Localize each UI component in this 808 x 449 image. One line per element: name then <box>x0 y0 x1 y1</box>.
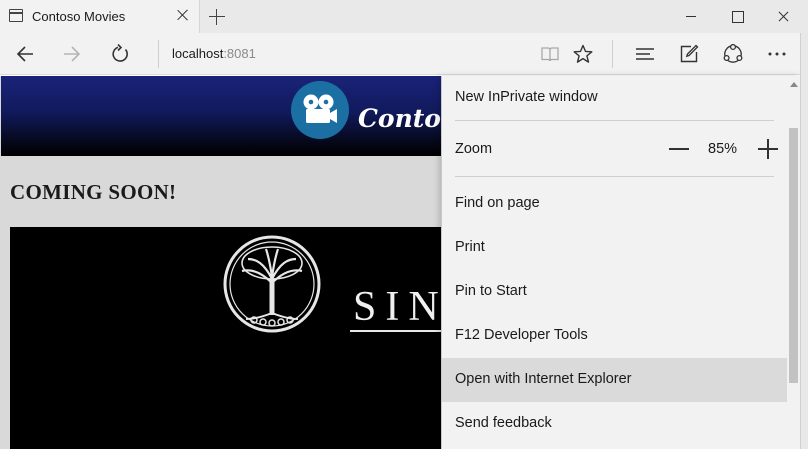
navigation-bar: localhost:8081 <box>0 33 808 75</box>
zoom-out-button[interactable] <box>667 137 691 161</box>
menu-item-find-on-page[interactable]: Find on page <box>442 182 787 226</box>
hub-button[interactable] <box>630 39 660 69</box>
settings-menu: New InPrivate window Zoom 85% Find on pa… <box>441 76 801 449</box>
book-icon <box>541 47 559 62</box>
trailer-title-underline <box>350 330 450 332</box>
menu-item-label: Find on page <box>455 195 540 211</box>
menu-item-label: Pin to Start <box>455 283 527 299</box>
web-note-button[interactable] <box>674 39 704 69</box>
menu-item-new-inprivate-window[interactable]: New InPrivate window <box>442 76 787 120</box>
site-logo[interactable] <box>291 81 349 139</box>
scrollbar-thumb[interactable] <box>789 128 798 383</box>
movie-trailer-image[interactable]: SIN <box>10 227 450 449</box>
share-button[interactable] <box>718 39 748 69</box>
favorites-button[interactable] <box>568 39 598 69</box>
reading-view-button[interactable] <box>535 39 565 69</box>
hub-icon <box>636 48 654 60</box>
menu-item-pin-to-start[interactable]: Pin to Start <box>442 270 787 314</box>
pen-note-icon <box>680 44 699 63</box>
menu-item-print[interactable]: Print <box>442 226 787 270</box>
menu-item-label: New InPrivate window <box>455 89 598 105</box>
menu-item-open-with-internet-explorer[interactable]: Open with Internet Explorer <box>442 358 787 402</box>
movie-camera-icon <box>303 94 337 123</box>
close-window-button[interactable] <box>760 0 808 33</box>
forward-button[interactable] <box>57 39 87 69</box>
address-port: :8081 <box>223 46 256 61</box>
maximize-button[interactable] <box>714 0 760 33</box>
menu-divider <box>455 120 774 121</box>
menu-item-label: Print <box>455 239 485 255</box>
refresh-button[interactable] <box>105 39 135 69</box>
address-host: localhost <box>172 46 224 61</box>
refresh-icon <box>112 44 128 62</box>
minimize-button[interactable] <box>668 0 714 33</box>
close-tab-icon[interactable] <box>176 8 190 22</box>
share-icon <box>723 44 743 63</box>
menu-item-f12-developer-tools[interactable]: F12 Developer Tools <box>442 314 787 358</box>
scroll-up-arrow-icon[interactable] <box>790 82 798 87</box>
arrow-left-icon <box>16 46 33 62</box>
section-heading: COMING SOON! <box>10 180 177 204</box>
star-icon <box>573 44 593 63</box>
arrow-right-icon <box>64 46 81 62</box>
address-bar[interactable]: localhost:8081 <box>172 46 256 61</box>
title-bar: Contoso Movies <box>0 0 808 33</box>
menu-item-send-feedback[interactable]: Send feedback <box>442 402 787 446</box>
toolbar-divider <box>612 40 613 68</box>
zoom-value: 85% <box>708 141 738 157</box>
ellipsis-icon <box>768 52 786 56</box>
trailer-title-text: SIN <box>353 284 448 330</box>
page-icon <box>9 9 23 22</box>
back-button[interactable] <box>10 39 40 69</box>
new-tab-icon[interactable] <box>207 7 227 27</box>
zoom-label: Zoom <box>455 141 493 157</box>
menu-divider <box>455 176 774 177</box>
zoom-in-button[interactable] <box>756 137 780 161</box>
tab-title: Contoso Movies <box>32 9 126 24</box>
address-divider <box>158 40 159 68</box>
window-edge <box>800 33 808 449</box>
menu-scrollbar[interactable] <box>787 76 801 449</box>
more-button[interactable] <box>762 39 792 69</box>
menu-item-label: Send feedback <box>455 415 552 431</box>
menu-item-label: Open with Internet Explorer <box>455 371 632 387</box>
tree-emblem-icon <box>223 235 321 333</box>
menu-item-label: F12 Developer Tools <box>455 327 588 343</box>
browser-tab[interactable]: Contoso Movies <box>0 0 200 33</box>
